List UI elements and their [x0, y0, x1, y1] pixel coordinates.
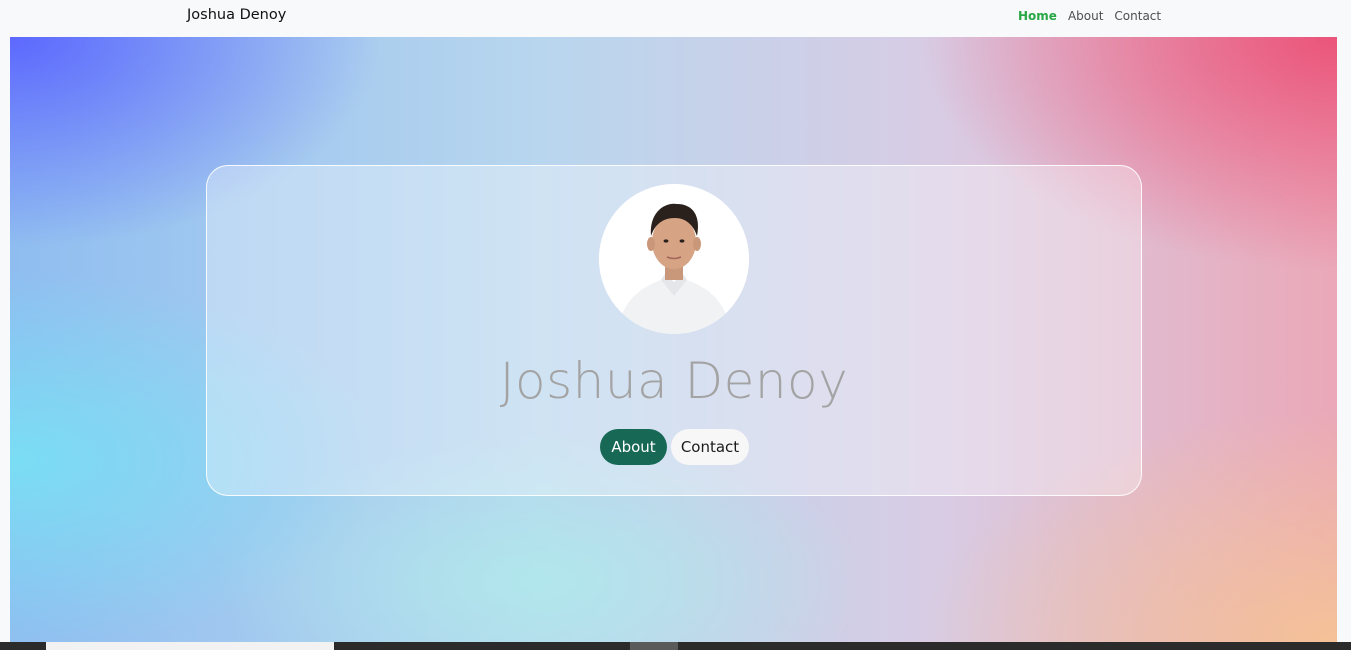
brand-link[interactable]: Joshua Denoy	[187, 7, 286, 23]
contact-button[interactable]: Contact	[671, 429, 749, 465]
hero-section: Joshua Denoy About Contact	[10, 37, 1337, 642]
os-taskbar	[0, 642, 1351, 650]
nav-links: Home About Contact	[1018, 9, 1161, 23]
hero-button-row: About Contact	[600, 429, 749, 465]
nav-home-link[interactable]: Home	[1018, 9, 1057, 23]
nav-about-link[interactable]: About	[1068, 9, 1103, 23]
profile-avatar	[599, 184, 749, 334]
profile-card: Joshua Denoy About Contact	[206, 165, 1142, 496]
hero-name-heading: Joshua Denoy	[499, 352, 849, 410]
nav-contact-link[interactable]: Contact	[1114, 9, 1161, 23]
taskbar-search-box[interactable]	[46, 642, 334, 650]
about-button[interactable]: About	[600, 429, 667, 465]
taskbar-active-app[interactable]	[630, 642, 678, 650]
top-navbar: Joshua Denoy Home About Contact	[0, 0, 1351, 37]
profile-photo-icon	[599, 184, 749, 334]
